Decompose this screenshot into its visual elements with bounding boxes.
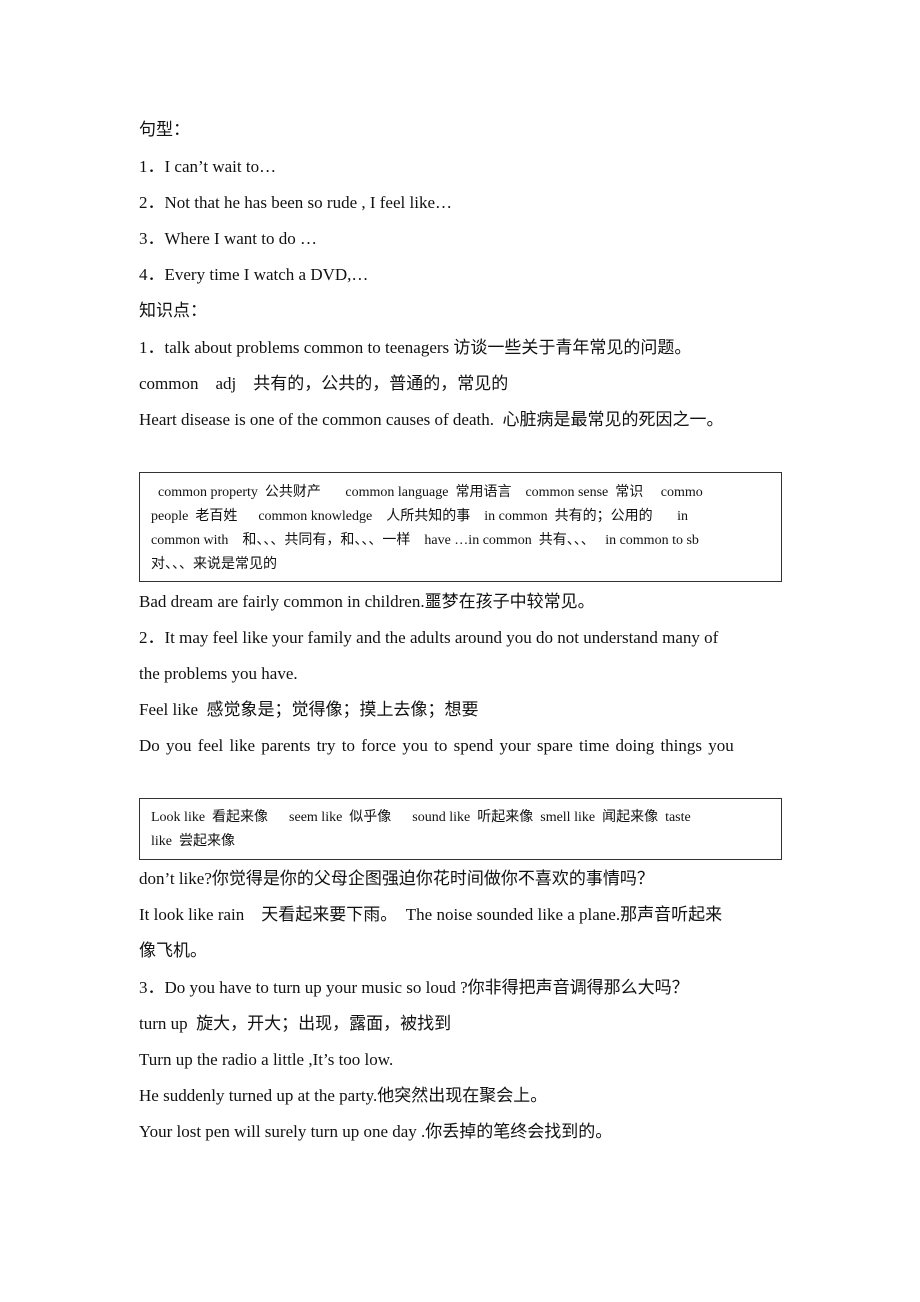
point1-example2: Bad dream are fairly common in children.… <box>139 592 595 611</box>
box-line: people 老百姓 common knowledge 人所共知的事 in co… <box>151 509 689 524</box>
point2-example-cont: don’t like?你觉得是你的父母企图强迫你花时间做你不喜欢的事情吗？ <box>139 869 654 888</box>
point1-example: Heart disease is one of the common cause… <box>139 410 724 429</box>
box-line: Look like 看起来像 seem like 似乎像 sound like … <box>151 810 691 825</box>
pattern-item: 2．Not that he has been so rude , I feel … <box>139 193 452 212</box>
point3-definition: turn up 旋大，开大；出现，露面，被找到 <box>139 1014 452 1033</box>
point1-definition: common adj 共有的，公共的，普通的，常见的 <box>139 374 509 393</box>
box-line: common property 公共财产 common language 常用语… <box>151 485 703 500</box>
point2-title-cont: the problems you have. <box>139 664 298 683</box>
point2-example3: It look like rain 天看起来要下雨。 The noise sou… <box>139 905 723 924</box>
point3-example: Your lost pen will surely turn up one da… <box>139 1122 613 1141</box>
pattern-item: 4．Every time I watch a DVD,… <box>139 265 369 284</box>
pattern-item: 1．I can’t wait to… <box>139 157 277 176</box>
point3-example: Turn up the radio a little ,It’s too low… <box>139 1050 394 1069</box>
like-phrases-box: Look like 看起来像 seem like 似乎像 sound like … <box>139 798 782 860</box>
point2-definition: Feel like 感觉象是；觉得像；摸上去像；想要 <box>139 700 479 719</box>
point2-title: 2．It may feel like your family and the a… <box>139 628 719 647</box>
box-line: 对、、、来说是常见的 <box>151 557 277 572</box>
point3-title: 3．Do you have to turn up your music so l… <box>139 978 689 997</box>
point2-example3-cont: 像飞机。 <box>139 941 207 960</box>
points-heading: 知识点： <box>139 301 207 320</box>
point1-title: 1．talk about problems common to teenager… <box>139 338 692 357</box>
box-line: like 尝起来像 <box>151 834 235 849</box>
patterns-heading: 句型： <box>139 120 190 139</box>
box-line: common with 和、、、共同有，和、、、一样 have …in comm… <box>151 533 699 548</box>
pattern-item: 3．Where I want to do … <box>139 229 317 248</box>
common-phrases-box: common property 公共财产 common language 常用语… <box>139 472 782 582</box>
point2-example: Do you feel like parents try to force yo… <box>139 736 734 755</box>
point3-example: He suddenly turned up at the party.他突然出现… <box>139 1086 548 1105</box>
